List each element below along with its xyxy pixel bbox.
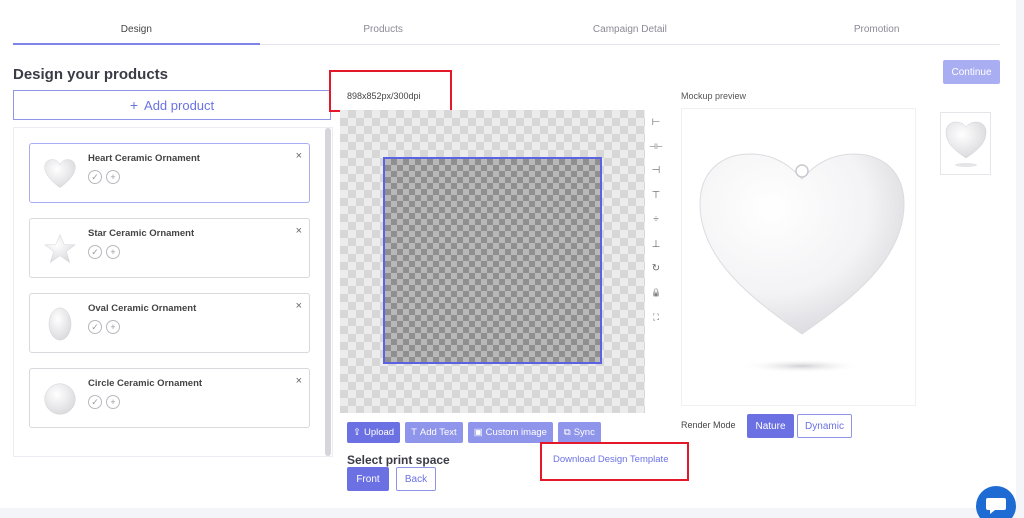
add-circle-icon[interactable]: + [106,170,120,184]
oval-ornament-thumbnail [38,302,82,346]
lock-icon[interactable]: 🔒 [647,281,665,305]
check-circle-icon[interactable]: ✓ [88,170,102,184]
upload-label: Upload [363,427,395,438]
render-mode-nature-button[interactable]: Nature [747,414,794,438]
product-name: Star Ceramic Ornament [88,228,195,239]
sync-button[interactable]: ⧉ Sync [557,422,601,443]
add-circle-icon[interactable]: + [106,320,120,334]
mockup-preview-label: Mockup preview [681,91,747,101]
add-text-label: Add Text [419,427,457,438]
heart-ornament-mockup [699,153,905,373]
print-space-back-button[interactable]: Back [396,467,436,491]
add-circle-icon[interactable]: + [106,395,120,409]
add-product-label: Add product [144,97,215,113]
sync-label: Sync [573,427,595,438]
product-list-scrollbar-thumb[interactable] [325,128,331,456]
add-text-button[interactable]: T Add Text [405,422,463,443]
upload-icon: ⇪ [353,427,361,438]
step-tabs: Design Products Campaign Detail Promotio… [13,14,1000,45]
tab-design[interactable]: Design [13,14,260,45]
plus-icon: + [129,97,139,113]
rotate-icon[interactable]: ↻ [647,256,665,280]
mockup-thumbnail[interactable] [940,112,991,175]
oval-icon [48,307,72,341]
page-title: Design your products [13,66,169,83]
text-icon: T [411,427,417,438]
custom-image-label: Custom image [485,427,547,438]
align-bottom-icon[interactable]: ⊥ [647,232,665,256]
custom-image-button[interactable]: ▣ Custom image [467,422,553,443]
chat-widget-button[interactable] [976,486,1016,518]
print-dimensions: 898x852px/300dpi [347,91,421,101]
product-card-oval[interactable]: Oval Ceramic Ornament × ✓ + [29,293,310,353]
render-mode-label: Render Mode [681,420,736,430]
product-name: Heart Ceramic Ornament [88,153,200,164]
align-left-icon[interactable]: ⊢ [647,110,665,134]
continue-button[interactable]: Continue [943,60,1000,84]
product-card-heart[interactable]: Heart Ceramic Ornament × ✓ + [29,143,310,203]
download-design-template-link[interactable]: Download Design Template [553,454,668,465]
remove-product-icon[interactable]: × [296,300,302,312]
align-top-icon[interactable]: ⊤ [647,183,665,207]
chat-bubble-icon [986,498,1006,514]
print-space-title: Select print space [347,453,450,467]
align-toolbar: ⊢ ⊣⊢ ⊣ ⊤ ÷ ⊥ ↻ 🔒 ⛶ [647,110,665,330]
align-center-vertical-icon[interactable]: ÷ [647,208,665,232]
mockup-preview [681,108,916,406]
canvas-actions: ⇪ Upload T Add Text ▣ Custom image ⧉ Syn… [347,422,601,443]
heart-icon [945,121,986,167]
product-card-star[interactable]: Star Ceramic Ornament × ✓ + [29,218,310,278]
heart-ornament-thumbnail [38,152,82,196]
check-circle-icon[interactable]: ✓ [88,395,102,409]
product-name: Circle Ceramic Ornament [88,378,203,389]
fullscreen-icon[interactable]: ⛶ [647,305,665,329]
align-right-icon[interactable]: ⊣ [647,159,665,183]
remove-product-icon[interactable]: × [296,150,302,162]
print-space-front-button[interactable]: Front [347,467,389,491]
product-card-circle[interactable]: Circle Ceramic Ornament × ✓ + [29,368,310,428]
remove-product-icon[interactable]: × [296,375,302,387]
render-mode-dynamic-button[interactable]: Dynamic [797,414,852,438]
add-circle-icon[interactable]: + [106,245,120,259]
print-area[interactable] [383,157,602,364]
circle-icon [44,383,76,415]
align-center-horizontal-icon[interactable]: ⊣⊢ [647,134,665,158]
page: Design Products Campaign Detail Promotio… [0,0,1016,508]
tab-campaign-detail[interactable]: Campaign Detail [507,14,754,44]
star-icon [44,233,76,264]
check-circle-icon[interactable]: ✓ [88,320,102,334]
remove-product-icon[interactable]: × [296,225,302,237]
circle-ornament-thumbnail [38,377,82,421]
check-circle-icon[interactable]: ✓ [88,245,102,259]
image-icon: ▣ [473,427,483,438]
heart-icon [44,159,76,188]
tab-promotion[interactable]: Promotion [753,14,1000,44]
product-name: Oval Ceramic Ornament [88,303,197,314]
sync-icon: ⧉ [563,427,571,438]
add-product-button[interactable]: + Add product [13,90,331,120]
upload-button[interactable]: ⇪ Upload [347,422,401,443]
star-ornament-thumbnail [38,227,82,271]
tab-products[interactable]: Products [260,14,507,44]
